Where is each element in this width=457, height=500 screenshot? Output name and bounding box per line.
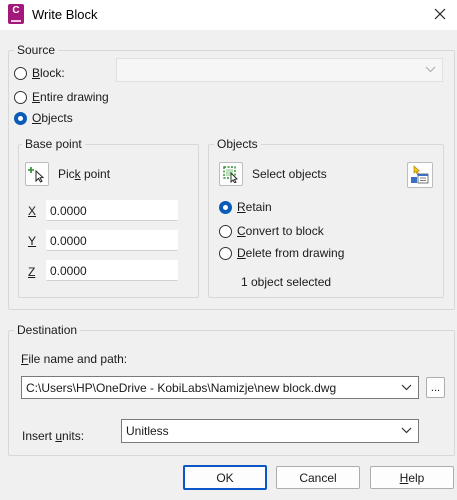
radio-block[interactable]: Block: — [14, 66, 65, 80]
objects-selected-status: 1 object selected — [241, 275, 332, 289]
browse-button[interactable]: ... — [426, 377, 445, 398]
select-objects-label: Select objects — [252, 167, 327, 181]
radio-delete-from-drawing[interactable]: Delete from drawing — [219, 246, 344, 260]
radio-convert-to-block-indicator — [219, 224, 232, 238]
radio-block-label: Block: — [32, 66, 65, 80]
chevron-down-icon — [425, 66, 436, 73]
autocad-app-icon: C — [8, 4, 24, 24]
y-coordinate-value: 0.0000 — [50, 233, 87, 248]
title-bar: C Write Block — [0, 0, 457, 30]
objects-legend: Objects — [214, 137, 261, 151]
file-path-value: C:\Users\HP\OneDrive - KobiLabs\Namizje\… — [26, 380, 337, 395]
radio-delete-from-drawing-label: Delete from drawing — [237, 246, 345, 260]
radio-objects[interactable]: Objects — [14, 111, 73, 125]
radio-delete-from-drawing-indicator — [219, 246, 232, 260]
ok-button-label: OK — [216, 470, 234, 485]
close-button[interactable] — [427, 2, 453, 26]
chevron-down-icon — [401, 427, 412, 434]
z-coordinate-value: 0.0000 — [50, 263, 87, 278]
radio-convert-to-block-label: Convert to block — [237, 224, 324, 238]
quick-select-icon — [411, 165, 429, 184]
pick-point-label: Pick point — [58, 167, 111, 181]
base-point-legend: Base point — [22, 137, 85, 151]
radio-objects-indicator — [14, 111, 27, 125]
radio-entire-drawing[interactable]: Entire drawing — [14, 90, 109, 104]
close-icon — [434, 8, 446, 20]
window-title: Write Block — [32, 7, 98, 22]
radio-objects-label: Objects — [32, 111, 73, 125]
z-coordinate-input[interactable]: 0.0000 — [46, 260, 178, 281]
destination-legend: Destination — [14, 323, 81, 337]
radio-block-indicator — [14, 66, 27, 80]
x-coordinate-input[interactable]: 0.0000 — [46, 200, 178, 221]
help-button[interactable]: Help — [370, 466, 454, 489]
block-name-select[interactable] — [116, 58, 443, 82]
x-label: X — [28, 204, 37, 218]
y-coordinate-input[interactable]: 0.0000 — [46, 230, 178, 251]
radio-convert-to-block[interactable]: Convert to block — [219, 224, 324, 238]
radio-retain-label: Retain — [237, 200, 272, 214]
file-name-label: File name and path: — [21, 352, 128, 366]
insert-units-label: Insert units: — [22, 429, 85, 443]
radio-entire-drawing-indicator — [14, 90, 27, 104]
help-button-label: Help — [399, 470, 425, 485]
z-label: Z — [28, 265, 36, 279]
insert-units-select[interactable]: Unitless — [121, 419, 419, 443]
cancel-button-label: Cancel — [299, 470, 337, 485]
quick-select-button[interactable] — [407, 162, 433, 188]
y-label: Y — [28, 234, 37, 248]
radio-retain-indicator — [219, 200, 232, 214]
file-path-combobox[interactable]: C:\Users\HP\OneDrive - KobiLabs\Namizje\… — [21, 376, 419, 399]
select-objects-button[interactable] — [219, 162, 243, 186]
radio-retain[interactable]: Retain — [219, 200, 272, 214]
source-legend: Source — [14, 43, 59, 57]
browse-button-label: ... — [430, 381, 441, 394]
cancel-button[interactable]: Cancel — [276, 466, 360, 489]
radio-entire-drawing-label: Entire drawing — [32, 90, 109, 104]
x-coordinate-value: 0.0000 — [50, 203, 87, 218]
select-objects-icon — [223, 166, 238, 183]
pick-point-button[interactable] — [25, 162, 49, 186]
insert-units-value: Unitless — [126, 424, 169, 438]
ok-button[interactable]: OK — [183, 465, 267, 490]
chevron-down-icon — [401, 384, 412, 390]
pick-point-icon — [28, 167, 45, 183]
